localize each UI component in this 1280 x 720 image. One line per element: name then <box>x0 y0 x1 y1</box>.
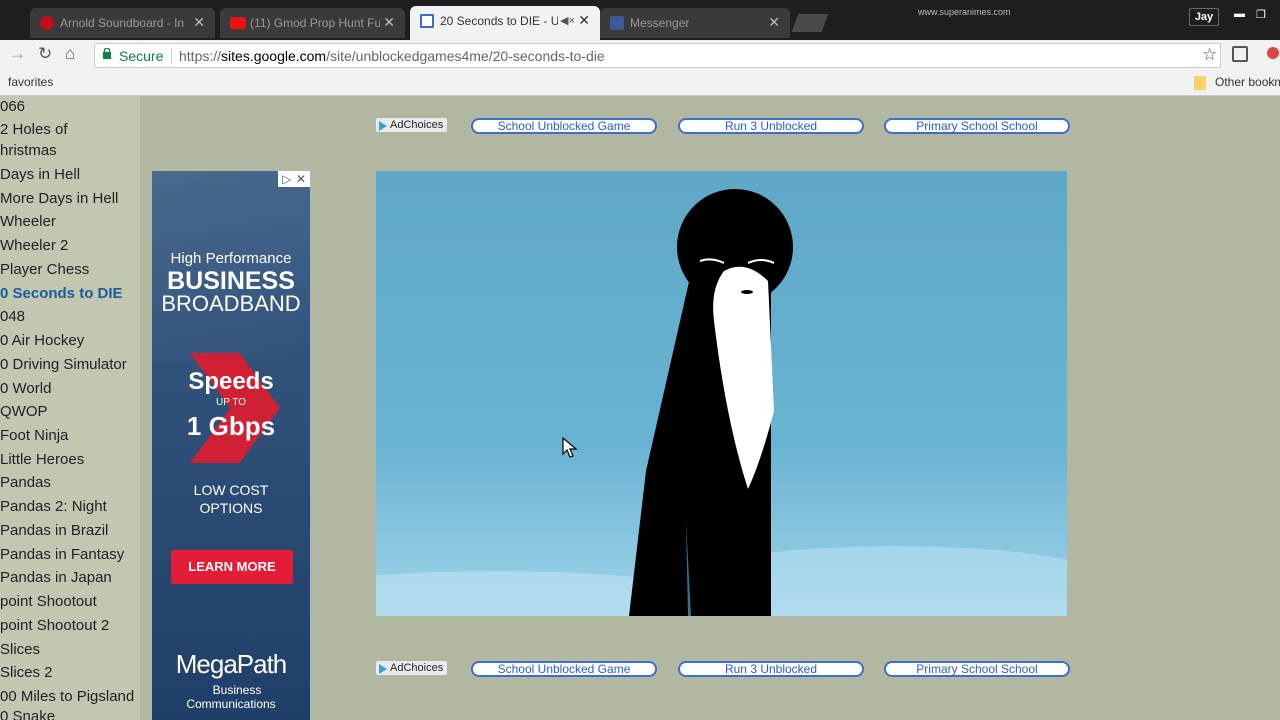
sidebar-game-link[interactable]: Wheeler <box>0 213 56 230</box>
extension-reader-icon[interactable] <box>1232 46 1248 62</box>
profile-button[interactable]: Jay <box>1189 8 1219 26</box>
advertisement-banner[interactable]: ▷ ✕ High Performance BUSINESS BROADBAND … <box>152 171 310 720</box>
game-scene <box>376 189 1067 616</box>
megapath-logo: MegaPath <box>175 649 288 679</box>
close-icon[interactable]: ✕ <box>193 14 205 31</box>
ad-links-row-top: AdChoices School Unblocked Game Run 3 Un… <box>376 118 1076 136</box>
sidebar-game-link[interactable]: Pandas in Brazil <box>0 522 108 539</box>
sidebar-game-link[interactable]: Player Chess <box>0 261 89 278</box>
ad-headline: High Performance <box>170 250 292 267</box>
adchoices-label[interactable]: AdChoices <box>376 661 448 675</box>
bookmarks-bar: favorites Other bookm <box>0 70 1280 96</box>
ad-link-run-3[interactable]: Run 3 Unblocked <box>678 118 864 134</box>
tab-title: (11) Gmod Prop Hunt Fu <box>250 16 380 30</box>
ad-brand-sub: Communications <box>186 697 276 711</box>
learn-more-button[interactable]: LEARN MORE <box>171 550 293 584</box>
game-canvas[interactable] <box>376 171 1067 616</box>
tab-messenger[interactable]: Messenger ✕ <box>600 8 790 38</box>
tab-title: 20 Seconds to DIE - U <box>440 14 558 28</box>
sidebar-game-link[interactable]: 0 Driving Simulator <box>0 356 127 373</box>
games-sidebar: 066 2 Holes of hristmas Days in Hell More Da… <box>0 96 140 720</box>
tab-gmod-prop-hunt[interactable]: (11) Gmod Prop Hunt Fu ✕ <box>220 8 405 38</box>
sidebar-game-link[interactable]: QWOP <box>0 403 48 420</box>
ad-up-to: UP TO <box>215 397 246 408</box>
sidebar-game-link[interactable]: hristmas <box>0 142 57 159</box>
sidebar-game-link[interactable]: Wheeler 2 <box>0 237 68 254</box>
sidebar-game-link[interactable]: Pandas 2: Night <box>0 498 107 515</box>
ad-brand-sub: Business <box>212 683 262 697</box>
home-icon[interactable]: ⌂ <box>65 44 75 64</box>
sidebar-game-link[interactable]: Pandas in Fantasy <box>0 546 124 563</box>
extension-icon[interactable] <box>1267 47 1279 59</box>
ad-links-row-bottom: AdChoices School Unblocked Game Run 3 Un… <box>376 661 1076 679</box>
tab-20-seconds-to-die[interactable]: 20 Seconds to DIE - U ◀× ✕ <box>410 6 600 40</box>
sidebar-game-link[interactable]: 048 <box>0 308 25 325</box>
tab-strip: Arnold Soundboard - In ✕ (11) Gmod Prop … <box>0 0 1280 40</box>
mute-speaker-icon[interactable]: ◀× <box>560 14 575 27</box>
watermark-text: www.superanimes.com <box>918 7 1011 17</box>
security-label: Secure <box>119 48 164 64</box>
ad-close-icon[interactable]: ✕ <box>296 171 306 187</box>
bookmark-other[interactable]: Other bookm <box>1215 75 1280 89</box>
sidebar-game-link[interactable]: Foot Ninja <box>0 427 68 444</box>
sidebar-game-link[interactable]: point Shootout 2 <box>0 617 109 634</box>
sidebar-game-link[interactable]: Days in Hell <box>0 166 80 183</box>
ad-link-primary-school[interactable]: Primary School School <box>884 118 1070 134</box>
back-icon[interactable]: → <box>9 44 26 64</box>
sidebar-game-link[interactable]: More Days in Hell <box>0 190 118 207</box>
browser-toolbar: → ↻ ⌂ Secure https://sites.google.com/si… <box>0 40 1280 70</box>
ad-options: OPTIONS <box>199 500 263 516</box>
close-icon[interactable]: ✕ <box>578 12 590 29</box>
red-circle-icon <box>40 16 54 30</box>
lock-icon <box>103 48 111 59</box>
sidebar-game-link[interactable]: 0 Snake <box>0 708 55 720</box>
ad-choices-badge[interactable]: ▷ ✕ <box>278 171 310 187</box>
ad-link-school-unblocked[interactable]: School Unblocked Game <box>471 118 657 134</box>
minimize-icon[interactable]: ▬ <box>1234 8 1245 20</box>
sidebar-game-link[interactable]: 066 <box>0 98 25 115</box>
bookmark-favorites[interactable]: favorites <box>8 75 53 89</box>
address-bar[interactable]: Secure https://sites.google.com/site/unb… <box>94 43 1221 68</box>
sidebar-game-link[interactable]: point Shootout <box>0 593 97 610</box>
sidebar-game-link[interactable]: Pandas <box>0 474 51 491</box>
ad-speeds: Speeds <box>188 368 274 395</box>
divider <box>171 48 172 64</box>
sidebar-game-link[interactable]: 0 Air Hockey <box>0 332 84 349</box>
url-text[interactable]: https://sites.google.com/site/unblockedg… <box>179 48 605 64</box>
sidebar-game-link[interactable]: 2 Holes of <box>0 121 68 138</box>
tab-title: Arnold Soundboard - In <box>60 16 185 30</box>
ad-link-run-3[interactable]: Run 3 Unblocked <box>678 661 864 677</box>
ad-headline-sub: BROADBAND <box>161 291 301 316</box>
close-icon[interactable]: ✕ <box>383 14 395 31</box>
new-tab-button[interactable] <box>791 14 829 32</box>
folder-icon <box>1194 76 1206 90</box>
ad-low-cost: LOW COST <box>193 482 269 498</box>
ad-info-icon[interactable]: ▷ <box>282 171 291 187</box>
sidebar-game-link[interactable]: Pandas in Japan <box>0 569 112 586</box>
sidebar-game-link[interactable]: 00 Miles to Pigsland <box>0 688 134 705</box>
bookmark-star-icon[interactable]: ☆ <box>1202 45 1217 65</box>
sidebar-game-link[interactable]: Slices 2 <box>0 664 53 681</box>
reload-icon[interactable]: ↻ <box>38 44 52 64</box>
sidebar-game-link[interactable]: 0 Seconds to DIE <box>0 285 123 302</box>
tab-title: Messenger <box>630 16 690 30</box>
restore-icon[interactable]: ❐ <box>1256 8 1266 21</box>
sidebar-game-link[interactable]: Slices <box>0 641 40 658</box>
ad-link-school-unblocked[interactable]: School Unblocked Game <box>471 661 657 677</box>
sidebar-game-link[interactable]: 0 World <box>0 380 51 397</box>
sites-page-icon <box>420 14 434 28</box>
mouse-cursor-icon <box>562 437 578 458</box>
close-icon[interactable]: ✕ <box>768 14 780 31</box>
sidebar-game-link[interactable]: Little Heroes <box>0 451 84 468</box>
tab-arnold-soundboard[interactable]: Arnold Soundboard - In ✕ <box>30 8 215 38</box>
adchoices-label[interactable]: AdChoices <box>376 118 448 132</box>
ad-link-primary-school[interactable]: Primary School School <box>884 661 1070 677</box>
youtube-icon <box>230 17 246 29</box>
facebook-icon <box>610 16 624 30</box>
ad-gbps: 1 Gbps <box>186 411 276 441</box>
